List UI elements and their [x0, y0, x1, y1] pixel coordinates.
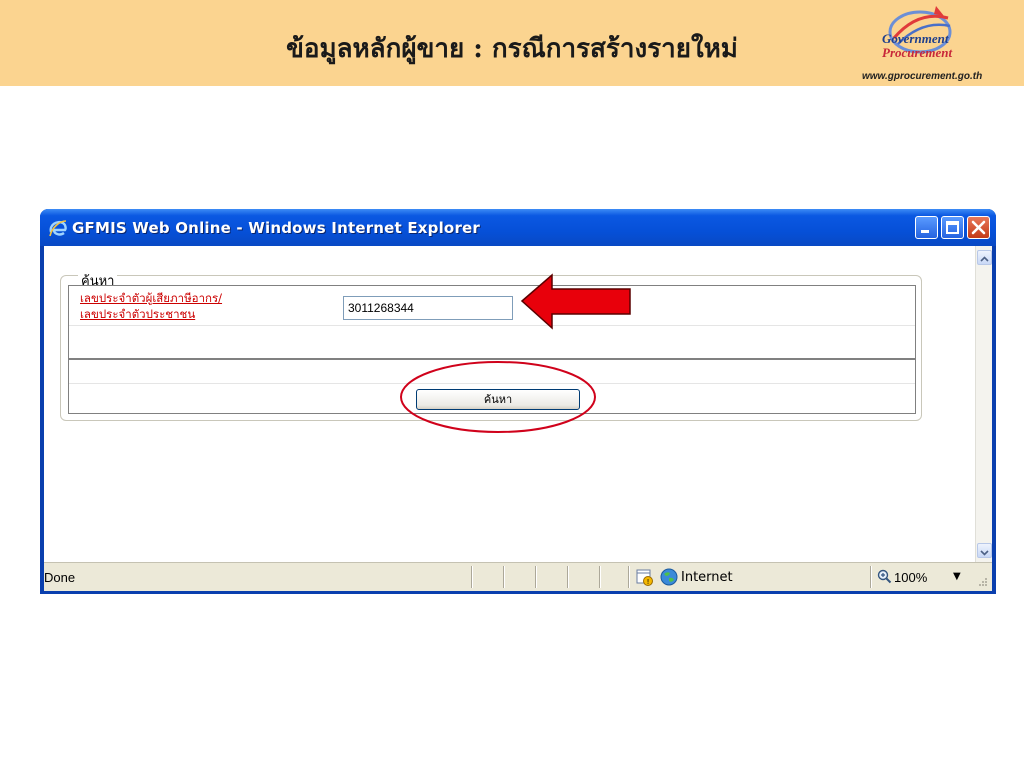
browser-content: ค้นหา เลขประจำตัวผู้เสียภาษีอากร/ เลขประ… [44, 246, 992, 562]
status-divider [628, 566, 629, 588]
chevron-down-icon [980, 550, 989, 556]
row-divider [69, 325, 915, 326]
zone-text: Internet [681, 570, 733, 585]
svg-text:!: ! [647, 578, 650, 586]
logo-line2: Procurement [882, 45, 953, 60]
zoom-level: 100% [894, 570, 928, 585]
row-divider [69, 383, 915, 384]
status-divider [471, 566, 472, 588]
maximize-icon [946, 221, 959, 234]
scroll-up-button[interactable] [977, 250, 992, 265]
close-icon [971, 220, 986, 235]
tax-id-label-line1: เลขประจำตัวผู้เสียภาษีอากร/ [80, 291, 223, 305]
search-button[interactable]: ค้นหา [416, 389, 580, 410]
status-divider [535, 566, 536, 588]
internet-explorer-icon [49, 220, 67, 237]
status-divider [870, 566, 871, 588]
status-bar: Done ! Internet 100% ▼ [44, 562, 992, 591]
tax-id-input[interactable] [343, 296, 513, 320]
vertical-scrollbar[interactable] [975, 246, 992, 562]
zoom-icon [877, 569, 892, 584]
status-divider [567, 566, 568, 588]
maximize-button[interactable] [941, 216, 964, 239]
scroll-down-button[interactable] [977, 543, 992, 558]
tax-id-label-line2: เลขประจำตัวประชาชน [80, 307, 196, 321]
tax-id-label-link[interactable]: เลขประจำตัวผู้เสียภาษีอากร/ เลขประจำตัวป… [80, 290, 222, 322]
window-title: GFMIS Web Online - Windows Internet Expl… [72, 219, 481, 237]
minimize-icon [921, 230, 929, 233]
status-divider [599, 566, 600, 588]
resize-grip-icon[interactable] [974, 575, 988, 589]
security-zone-icon: ! [636, 569, 653, 586]
minimize-button[interactable] [915, 216, 938, 239]
browser-window: GFMIS Web Online - Windows Internet Expl… [40, 209, 996, 594]
status-divider [503, 566, 504, 588]
logo-url: www.gprocurement.go.th [862, 71, 983, 82]
slide-header: ข้อมูลหลักผู้ขาย : กรณีการสร้างรายใหม่ G… [0, 0, 1024, 86]
chevron-up-icon [980, 256, 989, 262]
window-titlebar[interactable]: GFMIS Web Online - Windows Internet Expl… [40, 209, 996, 246]
status-text: Done [44, 570, 76, 585]
row-divider [69, 358, 915, 360]
government-procurement-logo: Government Procurement www.gprocurement.… [862, 4, 1022, 84]
logo-line1: Government [882, 31, 949, 46]
close-button[interactable] [967, 216, 990, 239]
internet-globe-icon [660, 568, 678, 586]
chevron-down-icon: ▼ [953, 571, 961, 582]
